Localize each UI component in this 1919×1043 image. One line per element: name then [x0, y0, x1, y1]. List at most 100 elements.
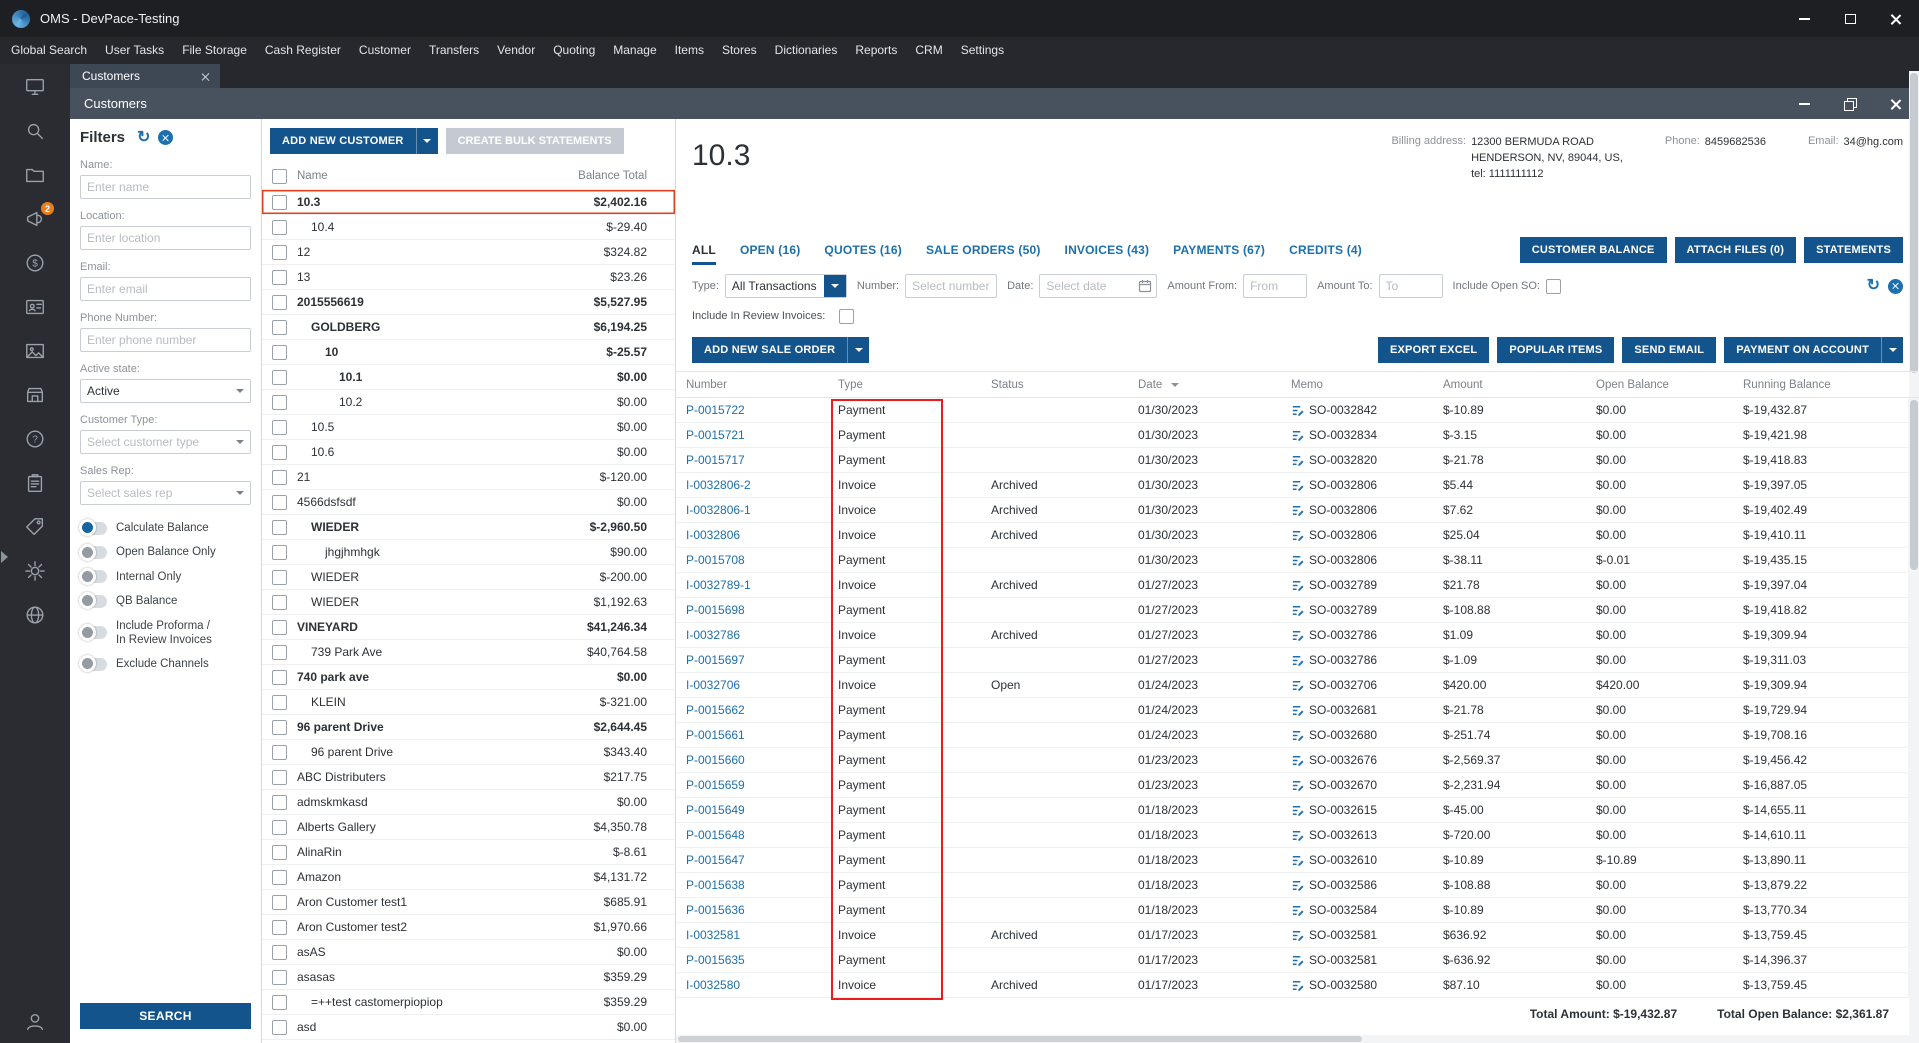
menu-item[interactable]: Cash Register — [256, 37, 350, 64]
toggle-switch[interactable] — [79, 519, 107, 537]
row-checkbox[interactable] — [272, 669, 287, 685]
transaction-number-link[interactable]: P-0015647 — [676, 853, 828, 867]
transactions-tab[interactable]: ALL — [692, 231, 716, 269]
transaction-number-link[interactable]: I-0032786 — [676, 628, 828, 642]
menu-item[interactable]: Transfers — [420, 37, 488, 64]
help-icon[interactable]: ? — [24, 428, 46, 450]
transaction-row[interactable]: P-0015662 Payment 01/24/2023 SO-0032681 … — [676, 698, 1919, 723]
transactions-scrollbar[interactable] — [1908, 398, 1919, 998]
customer-row[interactable]: 10.6 $0.00 — [262, 440, 675, 465]
transaction-number-link[interactable]: P-0015649 — [676, 803, 828, 817]
filter-toggle[interactable]: Open Balance Only — [79, 543, 251, 561]
add-new-sale-order-button[interactable]: ADD NEW SALE ORDER — [692, 337, 848, 363]
gear-icon[interactable] — [24, 560, 46, 582]
transaction-row[interactable]: P-0015638 Payment 01/18/2023 SO-0032586 … — [676, 873, 1919, 898]
customer-row[interactable]: 10 $-25.57 — [262, 340, 675, 365]
menu-item[interactable]: Stores — [713, 37, 766, 64]
customer-row[interactable]: Alberts Gallery $4,350.78 — [262, 815, 675, 840]
customer-row[interactable]: AlinaRin $-8.61 — [262, 840, 675, 865]
transaction-number-link[interactable]: I-0032806-2 — [676, 478, 828, 492]
menu-item[interactable]: Vendor — [488, 37, 544, 64]
transaction-number-link[interactable]: P-0015698 — [676, 603, 828, 617]
menu-item[interactable]: Customer — [350, 37, 420, 64]
filter-toggle[interactable]: QB Balance — [79, 592, 251, 610]
menu-item[interactable]: Items — [666, 37, 713, 64]
menu-item[interactable]: User Tasks — [96, 37, 173, 64]
transaction-row[interactable]: I-0032580 Invoice Archived 01/17/2023 SO… — [676, 973, 1919, 998]
number-filter-input[interactable] — [905, 274, 998, 298]
transaction-row[interactable]: I-0032806 Invoice Archived 01/30/2023 SO… — [676, 523, 1919, 548]
active-state-select[interactable]: Active — [80, 379, 251, 403]
transaction-row[interactable]: I-0032789-1 Invoice Archived 01/27/2023 … — [676, 573, 1919, 598]
amount-column-header[interactable]: Amount — [1433, 379, 1586, 391]
email-filter-input[interactable] — [80, 277, 251, 301]
sales-rep-select[interactable]: Select sales rep — [80, 481, 251, 505]
customer-row[interactable]: WIEDER $-2,960.50 — [262, 515, 675, 540]
row-checkbox[interactable] — [272, 419, 287, 435]
customer-row[interactable]: WIEDER $1,192.63 — [262, 590, 675, 615]
menu-item[interactable]: Quoting — [544, 37, 604, 64]
row-checkbox[interactable] — [272, 994, 287, 1010]
transaction-number-link[interactable]: P-0015697 — [676, 653, 828, 667]
row-checkbox[interactable] — [272, 469, 287, 485]
transaction-row[interactable]: I-0032706 Invoice Open 01/24/2023 SO-003… — [676, 673, 1919, 698]
transaction-row[interactable]: P-0015661 Payment 01/24/2023 SO-0032680 … — [676, 723, 1919, 748]
customer-row[interactable]: 4566dsfsdf $0.00 — [262, 490, 675, 515]
row-checkbox[interactable] — [272, 819, 287, 835]
transaction-row[interactable]: P-0015660 Payment 01/23/2023 SO-0032676 … — [676, 748, 1919, 773]
row-checkbox[interactable] — [272, 344, 287, 360]
select-dropdown-button[interactable] — [823, 275, 846, 297]
row-checkbox[interactable] — [272, 394, 287, 410]
tag-icon[interactable] — [24, 516, 46, 538]
customer-row[interactable]: 2015556619 $5,527.95 — [262, 290, 675, 315]
transaction-number-link[interactable]: P-0015638 — [676, 878, 828, 892]
clipboard-icon[interactable] — [24, 472, 46, 494]
customer-row[interactable]: 10.5 $0.00 — [262, 415, 675, 440]
clear-filters-icon[interactable] — [1888, 278, 1903, 294]
transaction-row[interactable]: P-0015697 Payment 01/27/2023 SO-0032786 … — [676, 648, 1919, 673]
row-checkbox[interactable] — [272, 294, 287, 310]
menu-item[interactable]: Manage — [604, 37, 665, 64]
user-icon[interactable] — [24, 1011, 46, 1033]
send-email-button[interactable]: SEND EMAIL — [1622, 337, 1717, 363]
row-checkbox[interactable] — [272, 619, 287, 635]
transaction-number-link[interactable]: I-0032581 — [676, 928, 828, 942]
filter-toggle[interactable]: Calculate Balance — [79, 519, 251, 537]
transaction-number-link[interactable]: P-0015648 — [676, 828, 828, 842]
transactions-tab[interactable]: PAYMENTS (67) — [1173, 231, 1265, 269]
date-column-header[interactable]: Date — [1128, 379, 1281, 391]
customer-row[interactable]: 10.1 $0.00 — [262, 365, 675, 390]
row-checkbox[interactable] — [272, 644, 287, 660]
folder-icon[interactable] — [24, 164, 46, 186]
dashboard-icon[interactable] — [24, 76, 46, 98]
customer-row[interactable]: 739 Park Ave $40,764.58 — [262, 640, 675, 665]
toggle-switch[interactable] — [79, 655, 107, 673]
add-new-customer-button[interactable]: ADD NEW CUSTOMER — [270, 128, 416, 154]
globe-icon[interactable] — [24, 604, 46, 626]
row-checkbox[interactable] — [272, 794, 287, 810]
transaction-row[interactable]: P-0015647 Payment 01/18/2023 SO-0032610 … — [676, 848, 1919, 873]
customer-row[interactable]: Amazon $4,131.72 — [262, 865, 675, 890]
status-column-header[interactable]: Status — [981, 379, 1128, 391]
transactions-tab[interactable]: QUOTES (16) — [824, 231, 902, 269]
transaction-row[interactable]: P-0015708 Payment 01/30/2023 SO-0032806 … — [676, 548, 1919, 573]
transaction-number-link[interactable]: P-0015635 — [676, 953, 828, 967]
clear-filters-icon[interactable] — [158, 130, 174, 145]
popular-items-button[interactable]: POPULAR ITEMS — [1497, 337, 1615, 363]
customer-type-select[interactable]: Select customer type — [80, 430, 251, 454]
transaction-row[interactable]: P-0015717 Payment 01/30/2023 SO-0032820 … — [676, 448, 1919, 473]
attach-files-button[interactable]: ATTACH FILES (0) — [1674, 237, 1797, 263]
toggle-switch[interactable] — [79, 567, 107, 585]
customer-row[interactable]: 21 $-120.00 — [262, 465, 675, 490]
amount-from-input[interactable] — [1243, 274, 1308, 298]
open-balance-column-header[interactable]: Open Balance — [1586, 379, 1733, 391]
announcements-icon[interactable]: 2 — [24, 202, 54, 230]
name-filter-input[interactable] — [80, 175, 251, 199]
row-checkbox[interactable] — [272, 969, 287, 985]
customer-row[interactable]: 12 $324.82 — [262, 240, 675, 265]
scrollbar-thumb[interactable] — [1910, 400, 1918, 570]
payment-on-account-button[interactable]: PAYMENT ON ACCOUNT — [1724, 337, 1881, 363]
row-checkbox[interactable] — [272, 769, 287, 785]
customer-row[interactable]: 13 $23.26 — [262, 265, 675, 290]
transaction-number-link[interactable]: I-0032789-1 — [676, 578, 828, 592]
